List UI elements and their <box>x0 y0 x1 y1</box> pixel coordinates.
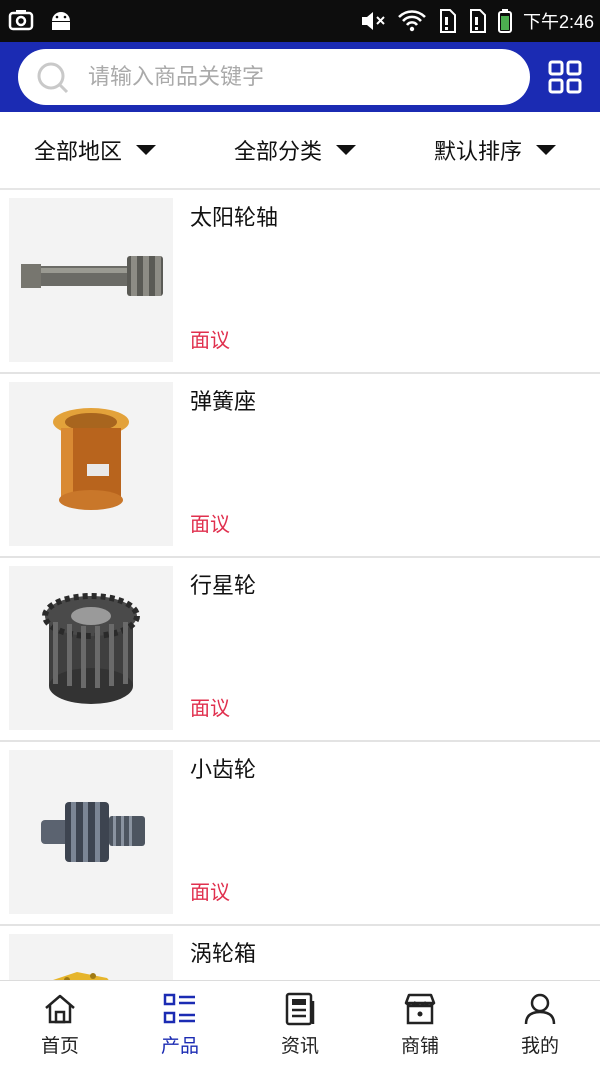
search-header <box>0 42 600 112</box>
product-image <box>9 198 173 362</box>
product-image <box>9 934 173 980</box>
caret-down-icon <box>136 145 157 155</box>
clock: 下午2:46 <box>522 12 594 32</box>
tab-products[interactable]: 产品 <box>120 981 240 1067</box>
tab-mine-label: 我的 <box>520 1035 559 1057</box>
product-item[interactable]: 小齿轮 面议 <box>0 742 600 926</box>
product-image <box>9 566 173 730</box>
product-item[interactable]: 涡轮箱 面议 <box>0 926 600 980</box>
tab-news-label: 资讯 <box>280 1035 319 1057</box>
bottom-tab-bar: 首页 产品 资讯 商铺 我的 <box>0 980 600 1067</box>
planet-gear-image <box>42 593 140 704</box>
home-icon <box>45 994 75 1024</box>
product-name: 小齿轮 <box>190 758 257 783</box>
battery-icon <box>497 9 512 33</box>
filter-bar: 全部地区 全部分类 默认排序 <box>0 112 600 190</box>
product-price: 面议 <box>190 696 230 720</box>
category-filter-label: 全部分类 <box>234 140 323 165</box>
grid-menu-icon[interactable] <box>548 60 582 94</box>
product-price: 面议 <box>190 328 230 352</box>
status-bar: 下午2:46 <box>0 0 600 42</box>
product-image <box>9 382 173 546</box>
region-filter-label: 全部地区 <box>34 140 123 165</box>
tab-home[interactable]: 首页 <box>0 981 120 1067</box>
product-name: 弹簧座 <box>190 390 257 415</box>
product-image <box>9 750 173 914</box>
product-name: 太阳轮轴 <box>190 206 279 231</box>
sun-gear-shaft-image <box>21 256 163 296</box>
screenshot-icon <box>8 10 34 31</box>
tab-shop-label: 商铺 <box>400 1035 439 1057</box>
wifi-icon <box>398 10 426 32</box>
product-item[interactable]: 太阳轮轴 面议 <box>0 190 600 374</box>
region-filter[interactable]: 全部地区 <box>34 134 157 166</box>
shop-icon <box>404 993 436 1025</box>
search-icon <box>37 62 69 94</box>
pinion-gear-image <box>41 802 145 862</box>
caret-down-icon <box>336 145 357 155</box>
android-icon <box>52 12 70 30</box>
tab-mine[interactable]: 我的 <box>480 981 600 1067</box>
tab-products-label: 产品 <box>160 1035 199 1057</box>
mute-icon <box>361 12 385 30</box>
search-box[interactable] <box>18 49 530 105</box>
product-list: 太阳轮轴 面议 弹簧座 面议 行星轮 面议 小齿轮 面议 涡轮箱 <box>0 190 600 980</box>
product-item[interactable]: 行星轮 面议 <box>0 558 600 742</box>
caret-down-icon <box>536 145 557 155</box>
spring-seat-image <box>53 408 129 510</box>
search-input[interactable] <box>88 57 508 97</box>
product-price: 面议 <box>190 880 230 904</box>
sort-filter-label: 默认排序 <box>434 140 523 165</box>
category-filter[interactable]: 全部分类 <box>234 134 357 166</box>
sim-icon <box>469 9 486 33</box>
product-price: 面议 <box>190 512 230 536</box>
product-name: 行星轮 <box>190 574 257 599</box>
news-icon <box>285 992 315 1026</box>
sort-filter[interactable]: 默认排序 <box>434 134 557 166</box>
sim-icon <box>439 9 456 33</box>
tab-home-label: 首页 <box>40 1035 79 1057</box>
product-name: 涡轮箱 <box>190 942 257 967</box>
list-icon <box>163 993 195 1024</box>
tab-shop[interactable]: 商铺 <box>360 981 480 1067</box>
tab-news[interactable]: 资讯 <box>240 981 360 1067</box>
user-icon <box>524 993 556 1025</box>
worm-gearbox-image <box>53 972 109 980</box>
product-item[interactable]: 弹簧座 面议 <box>0 374 600 558</box>
